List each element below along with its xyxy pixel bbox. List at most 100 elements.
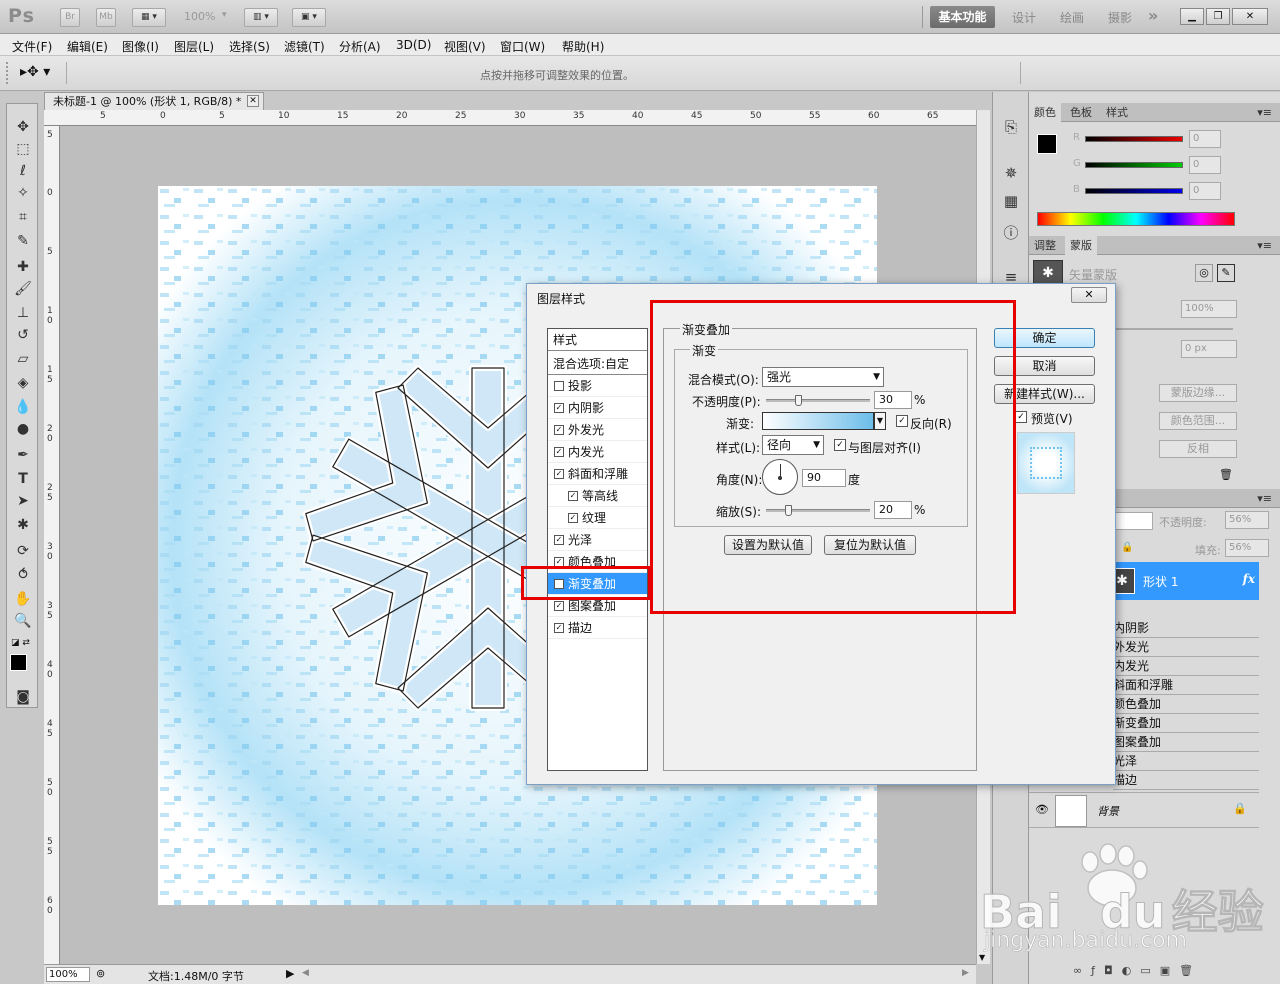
- layer-fx-badge[interactable]: fx: [1243, 572, 1255, 586]
- 3d-rotate-tool-icon[interactable]: ⟳: [11, 540, 35, 562]
- status-menu-arrow-icon[interactable]: ▶: [286, 967, 294, 980]
- bridge-button[interactable]: Br: [60, 8, 80, 27]
- menu-help[interactable]: 帮助(H): [562, 38, 604, 55]
- stamp-tool-icon[interactable]: ⊥: [11, 302, 35, 324]
- density-value[interactable]: 100%: [1181, 300, 1237, 318]
- tab-styles[interactable]: 样式: [1101, 103, 1133, 122]
- style-item[interactable]: ✓ 纹理: [548, 507, 647, 529]
- style-item-checkbox[interactable]: ✓: [554, 623, 564, 633]
- mask-edge-button[interactable]: 蒙版边缘...: [1159, 384, 1237, 402]
- style-item-checkbox[interactable]: [554, 381, 564, 391]
- style-item-checkbox[interactable]: ✓: [554, 447, 564, 457]
- effect-row[interactable]: 渐变叠加: [1113, 714, 1259, 733]
- preview-checkbox[interactable]: ✓: [1015, 411, 1027, 423]
- style-item[interactable]: ✓ 内发光: [548, 441, 647, 463]
- eyedropper-tool-icon[interactable]: ✎: [11, 230, 35, 252]
- zoom-dropdown-icon[interactable]: ▾: [222, 10, 227, 20]
- menu-filter[interactable]: 滤镜(T): [284, 38, 325, 55]
- info-panel-icon[interactable]: ⓘ: [1001, 222, 1021, 242]
- tab-masks[interactable]: 蒙版: [1065, 236, 1097, 255]
- green-slider[interactable]: [1085, 162, 1183, 168]
- dodge-tool-icon[interactable]: ●: [11, 418, 35, 440]
- histogram-panel-icon[interactable]: ▦: [1001, 192, 1021, 212]
- zoom-tool-icon[interactable]: 🔍: [11, 610, 35, 632]
- status-info-icon[interactable]: ⊚: [96, 967, 105, 980]
- navigator-panel-icon[interactable]: ✵: [1001, 164, 1021, 184]
- layer-opacity-value[interactable]: 56%: [1225, 511, 1269, 529]
- workspace-basic[interactable]: 基本功能: [930, 6, 995, 28]
- style-item[interactable]: ✓ 光泽: [548, 529, 647, 551]
- blue-slider[interactable]: [1085, 188, 1183, 194]
- mask-trash-icon[interactable]: 🗑: [1219, 468, 1233, 481]
- style-item[interactable]: 投影: [548, 375, 647, 397]
- menu-view[interactable]: 视图(V): [444, 38, 486, 55]
- crop-tool-icon[interactable]: ⌗: [11, 206, 35, 228]
- blend-mode-select[interactable]: [1113, 512, 1153, 530]
- status-zoom-field[interactable]: 100%: [46, 967, 90, 982]
- effect-row[interactable]: 光泽: [1113, 752, 1259, 771]
- document-tab[interactable]: 未标题-1 @ 100% (形状 1, RGB/8) * ✕: [44, 92, 264, 111]
- history-panel-icon[interactable]: ⎘: [1001, 118, 1021, 138]
- default-colors-icon[interactable]: ◪ ⇄: [11, 638, 30, 648]
- history-brush-tool-icon[interactable]: ↺: [11, 324, 35, 346]
- lock-icon[interactable]: 🔒: [1121, 542, 1133, 553]
- foreground-color-swatch[interactable]: [10, 654, 27, 671]
- mini-bridge-button[interactable]: Mb: [96, 8, 116, 27]
- close-window-button[interactable]: ✕: [1232, 8, 1268, 25]
- restore-button[interactable]: ❐: [1206, 8, 1230, 25]
- menu-select[interactable]: 选择(S): [229, 38, 270, 55]
- density-slider[interactable]: [1113, 328, 1233, 330]
- style-item[interactable]: ✓ 斜面和浮雕: [548, 463, 647, 485]
- quick-mask-icon[interactable]: ◙: [11, 686, 35, 708]
- effect-row[interactable]: 描边: [1113, 771, 1259, 790]
- effect-row[interactable]: 颜色叠加: [1113, 695, 1259, 714]
- tab-color[interactable]: 颜色: [1029, 103, 1061, 122]
- layer-row-shape1[interactable]: ✱ 形状 1 fx: [1109, 562, 1259, 600]
- view-extras-button[interactable]: ▦ ▾: [132, 8, 166, 27]
- vector-mask-icon[interactable]: ✎: [1217, 264, 1235, 282]
- hand-tool-icon[interactable]: ✋: [11, 588, 35, 610]
- blending-options[interactable]: 混合选项:自定: [548, 353, 647, 375]
- style-item[interactable]: ✓ 外发光: [548, 419, 647, 441]
- panel-menu-icon[interactable]: ▾≡: [1252, 103, 1277, 122]
- pixel-mask-icon[interactable]: ◎: [1195, 264, 1213, 282]
- menu-window[interactable]: 窗口(W): [500, 38, 545, 55]
- lasso-tool-icon[interactable]: ℓ: [11, 160, 35, 182]
- healing-tool-icon[interactable]: ✚: [11, 256, 35, 278]
- paint-bucket-tool-icon[interactable]: ◈: [11, 372, 35, 394]
- color-spectrum[interactable]: [1037, 212, 1235, 226]
- workspace-design[interactable]: 设计: [1012, 9, 1036, 26]
- workspace-painting[interactable]: 绘画: [1060, 9, 1084, 26]
- red-value[interactable]: 0: [1189, 130, 1221, 148]
- green-value[interactable]: 0: [1189, 156, 1221, 174]
- style-item-checkbox[interactable]: ✓: [554, 601, 564, 611]
- marquee-tool-icon[interactable]: ⬚: [11, 138, 35, 160]
- menu-image[interactable]: 图像(I): [122, 38, 159, 55]
- arrange-documents-button[interactable]: ▥ ▾: [244, 8, 278, 27]
- quick-select-tool-icon[interactable]: ✧: [11, 182, 35, 204]
- style-item[interactable]: ✓ 内阴影: [548, 397, 647, 419]
- eraser-tool-icon[interactable]: ▱: [11, 348, 35, 370]
- tab-swatches[interactable]: 色板: [1065, 103, 1097, 122]
- style-item-checkbox[interactable]: ✓: [554, 425, 564, 435]
- menu-file[interactable]: 文件(F): [12, 38, 52, 55]
- style-item-checkbox[interactable]: ✓: [554, 469, 564, 479]
- layer-fill-value[interactable]: 56%: [1225, 539, 1269, 557]
- effect-row[interactable]: 图案叠加: [1113, 733, 1259, 752]
- feather-value[interactable]: 0 px: [1181, 340, 1237, 358]
- minimize-button[interactable]: ▁: [1180, 8, 1204, 25]
- workspace-photography[interactable]: 摄影: [1108, 9, 1132, 26]
- blur-tool-icon[interactable]: 💧: [11, 396, 35, 418]
- move-tool-icon[interactable]: ✥: [11, 116, 35, 138]
- close-document-icon[interactable]: ✕: [247, 95, 259, 107]
- panel-foreground-swatch[interactable]: [1037, 134, 1057, 154]
- effect-row[interactable]: 内发光: [1113, 657, 1259, 676]
- hscroll-left-icon[interactable]: ◀: [302, 968, 309, 978]
- pen-tool-icon[interactable]: ✒: [11, 444, 35, 466]
- style-item[interactable]: ✓ 等高线: [548, 485, 647, 507]
- masks-panel-menu-icon[interactable]: ▾≡: [1252, 236, 1277, 255]
- shape-tool-icon[interactable]: ✱: [11, 514, 35, 536]
- brush-tool-icon[interactable]: 🖌: [11, 278, 35, 300]
- layers-panel-menu-icon[interactable]: ▾≡: [1252, 489, 1277, 508]
- menu-edit[interactable]: 编辑(E): [67, 38, 108, 55]
